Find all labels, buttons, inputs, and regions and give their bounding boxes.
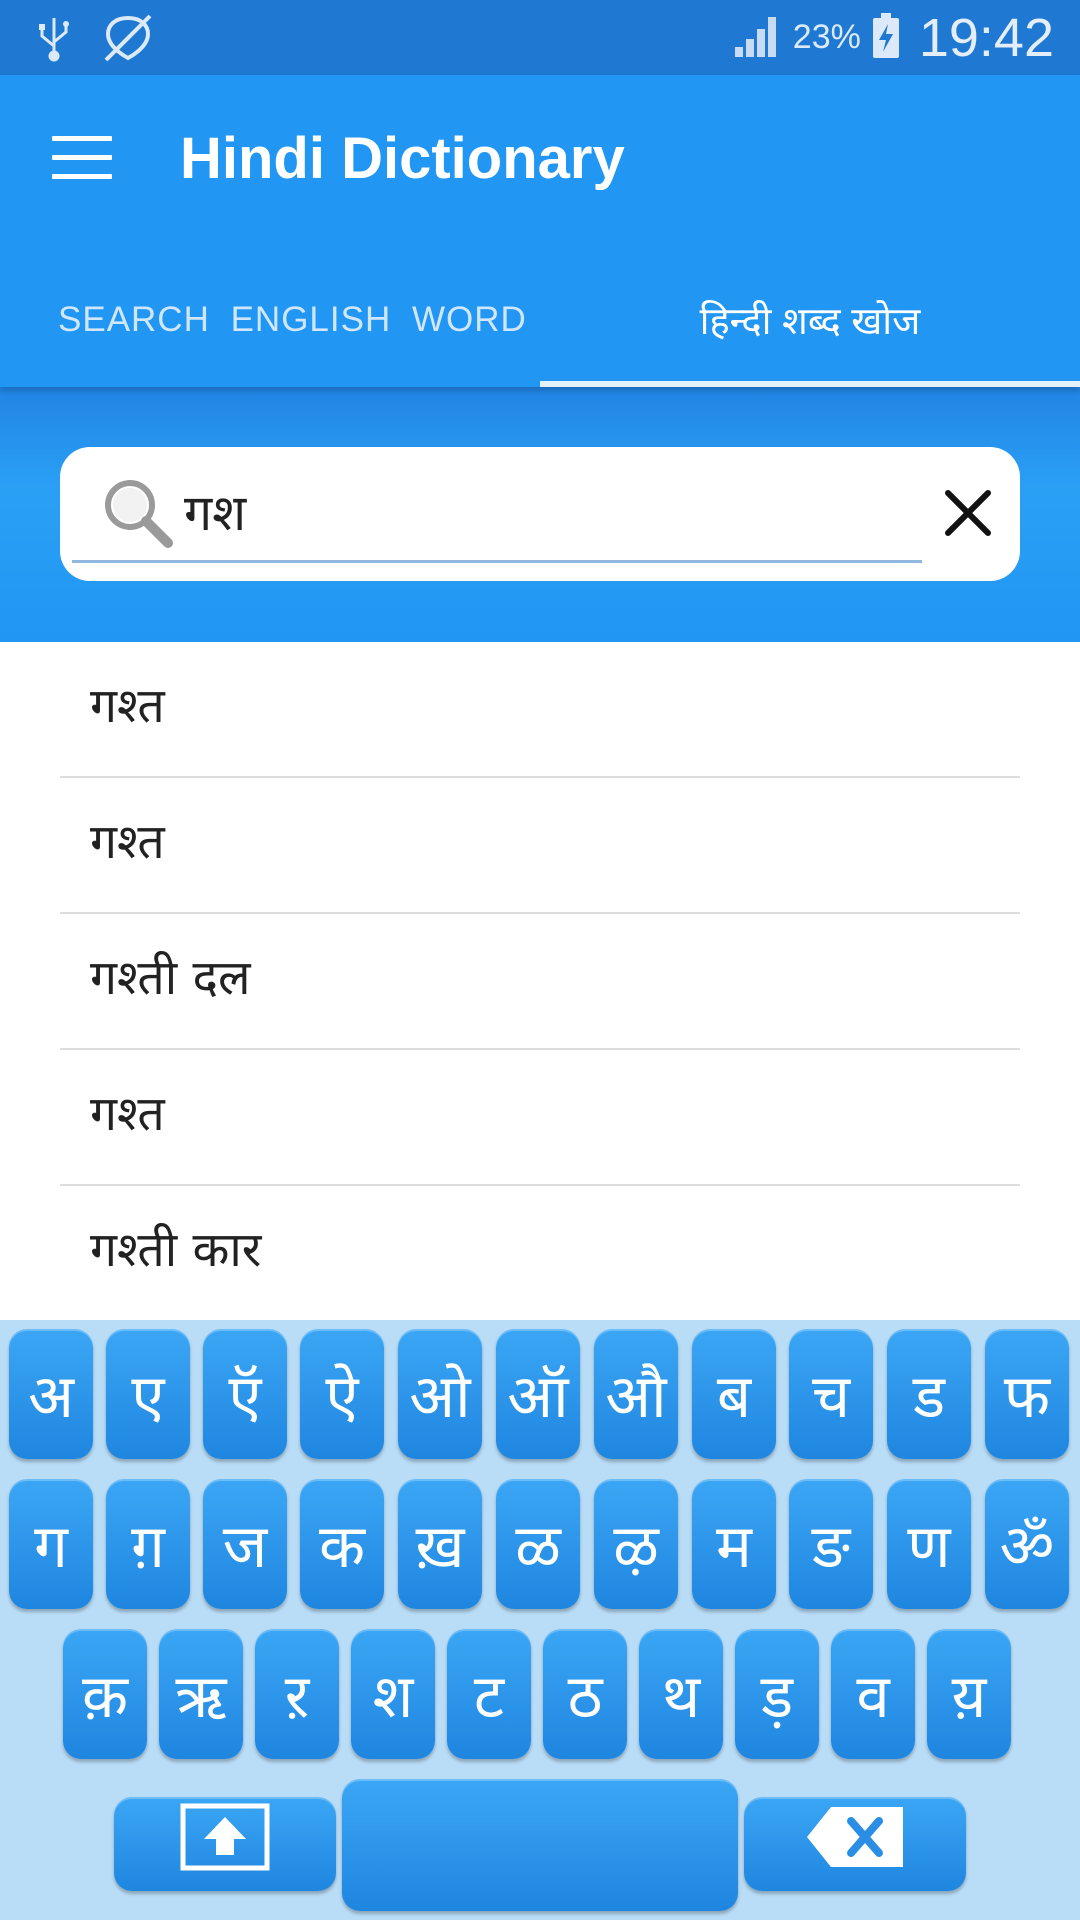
key[interactable]: क <box>300 1479 384 1609</box>
key[interactable]: थ <box>639 1629 723 1759</box>
key[interactable]: ऐ <box>300 1329 384 1459</box>
key[interactable]: ट <box>447 1629 531 1759</box>
key[interactable]: ळ <box>496 1479 580 1609</box>
tab-label: SEARCH ENGLISH WORD <box>58 300 527 339</box>
search-input[interactable]: गश <box>184 477 246 545</box>
search-icon <box>102 477 176 555</box>
battery-percent: 23% <box>792 18 861 56</box>
hindi-keyboard: अ ए ऍ ऐ ओ ऑ औ ब च ड फ ग ग़ ज क ख़ ळ ऴ म … <box>0 1320 1080 1920</box>
space-key[interactable] <box>342 1779 738 1911</box>
key[interactable]: ऱ <box>255 1629 339 1759</box>
key[interactable]: ठ <box>543 1629 627 1759</box>
usb-icon <box>36 14 72 66</box>
result-word: गश्ती दल <box>90 950 251 1006</box>
app-bar: Hindi Dictionary SEARCH ENGLISH WORD हिन… <box>0 75 1080 387</box>
key[interactable]: ग़ <box>106 1479 190 1609</box>
results-list: गश्त गश्त गश्ती दल गश्त गश्ती कार <box>60 642 1020 1320</box>
tab-label: हिन्दी शब्द खोज <box>699 301 921 343</box>
no-location-icon <box>102 12 154 68</box>
result-word: गश्ती कार <box>90 1222 262 1278</box>
key[interactable]: ओ <box>398 1329 482 1459</box>
key[interactable]: ऴ <box>594 1479 678 1609</box>
list-item[interactable]: गश्त <box>60 642 1020 778</box>
key[interactable]: च <box>789 1329 873 1459</box>
key[interactable]: क़ <box>63 1629 147 1759</box>
shift-arrow-icon <box>180 1803 270 1886</box>
key[interactable]: ख़ <box>398 1479 482 1609</box>
key[interactable]: ऋ <box>159 1629 243 1759</box>
key[interactable]: ड <box>887 1329 971 1459</box>
tab-selected-indicator <box>540 381 1080 387</box>
hamburger-menu-icon[interactable] <box>52 136 112 184</box>
backspace-icon <box>805 1805 905 1884</box>
list-item[interactable]: गश्ती दल <box>60 914 1020 1050</box>
list-item[interactable]: गश्त <box>60 778 1020 914</box>
list-item[interactable]: गश्ती कार <box>60 1186 1020 1320</box>
result-word: गश्त <box>90 1086 165 1142</box>
battery-charging-icon <box>871 12 901 64</box>
key[interactable]: फ <box>985 1329 1069 1459</box>
result-word: गश्त <box>90 814 165 870</box>
key[interactable]: ण <box>887 1479 971 1609</box>
tab-hindi-word-search[interactable]: हिन्दी शब्द खोज <box>540 265 1080 387</box>
key[interactable]: व <box>831 1629 915 1759</box>
clock: 19:42 <box>918 7 1054 68</box>
close-icon[interactable] <box>938 483 998 543</box>
key[interactable]: ॐ <box>985 1479 1069 1609</box>
search-box[interactable]: गश <box>60 447 1020 581</box>
backspace-key[interactable] <box>744 1797 966 1891</box>
key[interactable]: ऑ <box>496 1329 580 1459</box>
key[interactable]: ग <box>9 1479 93 1609</box>
key[interactable]: ङ <box>789 1479 873 1609</box>
key[interactable]: श <box>351 1629 435 1759</box>
key[interactable]: ऍ <box>203 1329 287 1459</box>
search-input-underline <box>72 560 922 563</box>
app-title: Hindi Dictionary <box>180 126 625 191</box>
status-bar: 23% 19:42 <box>0 0 1080 75</box>
key[interactable]: अ <box>9 1329 93 1459</box>
key[interactable]: ए <box>106 1329 190 1459</box>
signal-icon <box>733 13 783 63</box>
tab-search-english-word[interactable]: SEARCH ENGLISH WORD <box>0 265 540 387</box>
key[interactable]: म <box>692 1479 776 1609</box>
shift-key[interactable] <box>114 1797 336 1891</box>
key[interactable]: ड़ <box>735 1629 819 1759</box>
key[interactable]: ब <box>692 1329 776 1459</box>
search-area: गश <box>0 387 1080 642</box>
list-item[interactable]: गश्त <box>60 1050 1020 1186</box>
key[interactable]: ज <box>203 1479 287 1609</box>
result-word: गश्त <box>90 678 165 734</box>
key[interactable]: औ <box>594 1329 678 1459</box>
key[interactable]: य़ <box>927 1629 1011 1759</box>
